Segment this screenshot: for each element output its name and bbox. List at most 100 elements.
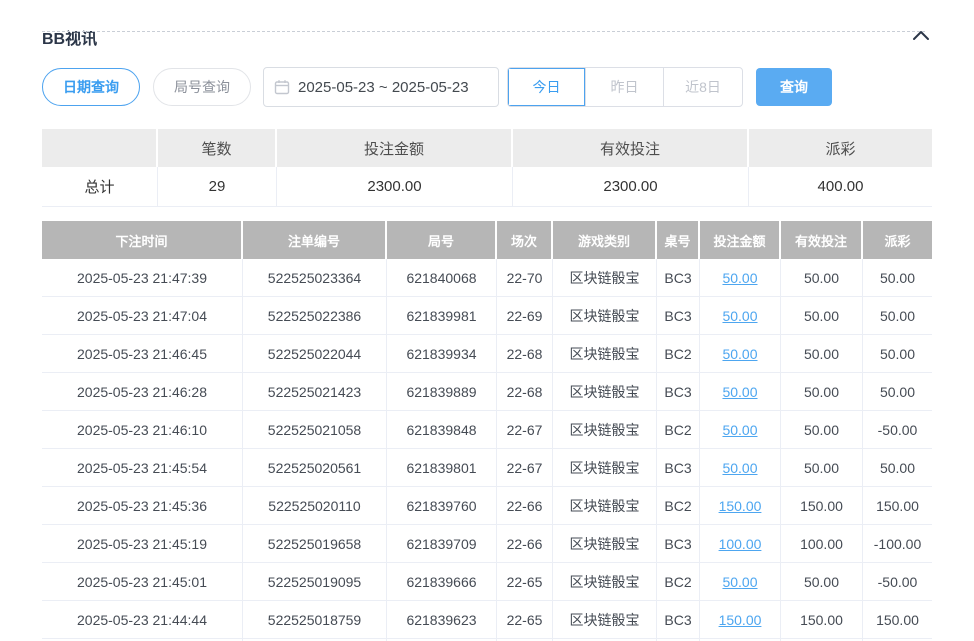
table-row: 2025-05-23 21:45:36522525020110621839760… (42, 487, 932, 525)
bet-amount-cell: 100.00 (700, 525, 781, 562)
quick-button-last-8-days[interactable]: 近8日 (664, 68, 742, 106)
summary-header-row: 笔数投注金额有效投注派彩 (42, 129, 932, 167)
time-cell: 2025-05-23 21:46:28 (42, 373, 243, 410)
session-cell: 22-66 (497, 487, 553, 524)
table-no-cell: BC3 (657, 259, 700, 296)
round-no-cell: 621839889 (387, 373, 497, 410)
bet-amount-link[interactable]: 50.00 (722, 422, 757, 438)
table-body: 2025-05-23 21:47:39522525023364621840068… (42, 259, 932, 641)
table-no-cell: BC3 (657, 525, 700, 562)
game-cell: 区块链骰宝 (553, 297, 657, 334)
round-no-cell: 621839623 (387, 601, 497, 638)
payout-cell: 50.00 (863, 297, 932, 334)
payout-cell: 150.00 (863, 601, 932, 638)
table-row: 2025-05-23 21:47:39522525023364621840068… (42, 259, 932, 297)
bet-amount-cell: 50.00 (700, 373, 781, 410)
round-no-cell: 621839760 (387, 487, 497, 524)
table-header-cell: 场次 (497, 221, 553, 259)
table-no-cell: BC2 (657, 411, 700, 448)
bet-amount-link[interactable]: 50.00 (722, 574, 757, 590)
bet-amount-link[interactable]: 150.00 (719, 612, 762, 628)
summary-total-value: 29 (158, 167, 277, 206)
session-cell: 22-65 (497, 563, 553, 600)
bet-amount-link[interactable]: 50.00 (722, 384, 757, 400)
table-no-cell: BC3 (657, 297, 700, 334)
table-row: 2025-05-23 21:45:54522525020561621839801… (42, 449, 932, 487)
valid-bet-cell: 50.00 (781, 335, 863, 372)
table-row: 2025-05-23 21:46:28522525021423621839889… (42, 373, 932, 411)
session-cell: 22-67 (497, 449, 553, 486)
game-cell: 区块链骰宝 (553, 525, 657, 562)
game-cell: 区块链骰宝 (553, 335, 657, 372)
game-cell: 区块链骰宝 (553, 601, 657, 638)
time-cell: 2025-05-23 21:45:19 (42, 525, 243, 562)
time-cell: 2025-05-23 21:46:10 (42, 411, 243, 448)
summary-total-value: 400.00 (749, 167, 932, 206)
game-cell: 区块链骰宝 (553, 373, 657, 410)
table-row: 2025-05-23 21:44:44522525018759621839623… (42, 601, 932, 639)
collapse-panel-button[interactable] (910, 26, 932, 48)
game-cell: 区块链骰宝 (553, 449, 657, 486)
payout-cell: 150.00 (863, 487, 932, 524)
valid-bet-cell: 50.00 (781, 259, 863, 296)
summary-total-value: 2300.00 (513, 167, 749, 206)
time-cell: 2025-05-23 21:45:36 (42, 487, 243, 524)
table-no-cell: BC3 (657, 449, 700, 486)
session-cell: 22-66 (497, 525, 553, 562)
round-no-cell: 621839848 (387, 411, 497, 448)
date-query-tab[interactable]: 日期查询 (42, 68, 140, 106)
bet-amount-cell: 50.00 (700, 449, 781, 486)
bet-no-cell: 522525020561 (243, 449, 387, 486)
quick-button-today[interactable]: 今日 (508, 68, 586, 106)
session-cell: 22-65 (497, 601, 553, 638)
betting-records-panel: BB视讯 日期查询 局号查询 2025-05-23 ~ 2025-05-23 (0, 26, 974, 641)
session-cell: 22-69 (497, 297, 553, 334)
payout-cell: -100.00 (863, 525, 932, 562)
summary-total-row: 总计292300.002300.00400.00 (42, 167, 932, 207)
round-query-tab[interactable]: 局号查询 (153, 68, 251, 106)
bet-amount-link[interactable]: 50.00 (722, 270, 757, 286)
session-cell: 22-70 (497, 259, 553, 296)
bet-no-cell: 522525022044 (243, 335, 387, 372)
bet-no-cell: 522525021058 (243, 411, 387, 448)
bet-amount-cell: 50.00 (700, 411, 781, 448)
bet-records-table: 下注时间注单编号局号场次游戏类别桌号投注金额有效投注派彩 2025-05-23 … (42, 221, 932, 641)
table-header-cell: 局号 (387, 221, 497, 259)
bet-amount-link[interactable]: 50.00 (722, 308, 757, 324)
game-cell: 区块链骰宝 (553, 411, 657, 448)
time-cell: 2025-05-23 21:44:44 (42, 601, 243, 638)
bet-amount-link[interactable]: 50.00 (722, 460, 757, 476)
valid-bet-cell: 50.00 (781, 373, 863, 410)
bet-amount-link[interactable]: 150.00 (719, 498, 762, 514)
session-cell: 22-68 (497, 335, 553, 372)
summary-total-label: 总计 (42, 167, 158, 206)
table-row: 2025-05-23 21:46:10522525021058621839848… (42, 411, 932, 449)
quick-range-group: 今日昨日近8日 (507, 67, 743, 107)
quick-button-yesterday[interactable]: 昨日 (586, 68, 664, 106)
table-header-cell: 桌号 (657, 221, 700, 259)
bet-no-cell: 522525023364 (243, 259, 387, 296)
search-button[interactable]: 查询 (756, 68, 832, 106)
table-no-cell: BC2 (657, 563, 700, 600)
round-no-cell: 621839981 (387, 297, 497, 334)
table-row: 2025-05-23 21:47:04522525022386621839981… (42, 297, 932, 335)
round-no-cell: 621839709 (387, 525, 497, 562)
bet-amount-cell: 50.00 (700, 259, 781, 296)
table-header-cell: 派彩 (863, 221, 932, 259)
valid-bet-cell: 150.00 (781, 601, 863, 638)
session-cell: 22-68 (497, 373, 553, 410)
bet-no-cell: 522525022386 (243, 297, 387, 334)
game-cell: 区块链骰宝 (553, 563, 657, 600)
table-row: 2025-05-23 21:46:45522525022044621839934… (42, 335, 932, 373)
bet-no-cell: 522525019095 (243, 563, 387, 600)
round-no-cell: 621840068 (387, 259, 497, 296)
bet-amount-link[interactable]: 50.00 (722, 346, 757, 362)
date-range-input[interactable]: 2025-05-23 ~ 2025-05-23 (263, 67, 499, 107)
bet-amount-cell: 50.00 (700, 563, 781, 600)
payout-cell: -50.00 (863, 563, 932, 600)
payout-cell: 50.00 (863, 259, 932, 296)
payout-cell: 50.00 (863, 335, 932, 372)
table-header-cell: 有效投注 (781, 221, 863, 259)
bet-amount-link[interactable]: 100.00 (719, 536, 762, 552)
payout-cell: 50.00 (863, 373, 932, 410)
